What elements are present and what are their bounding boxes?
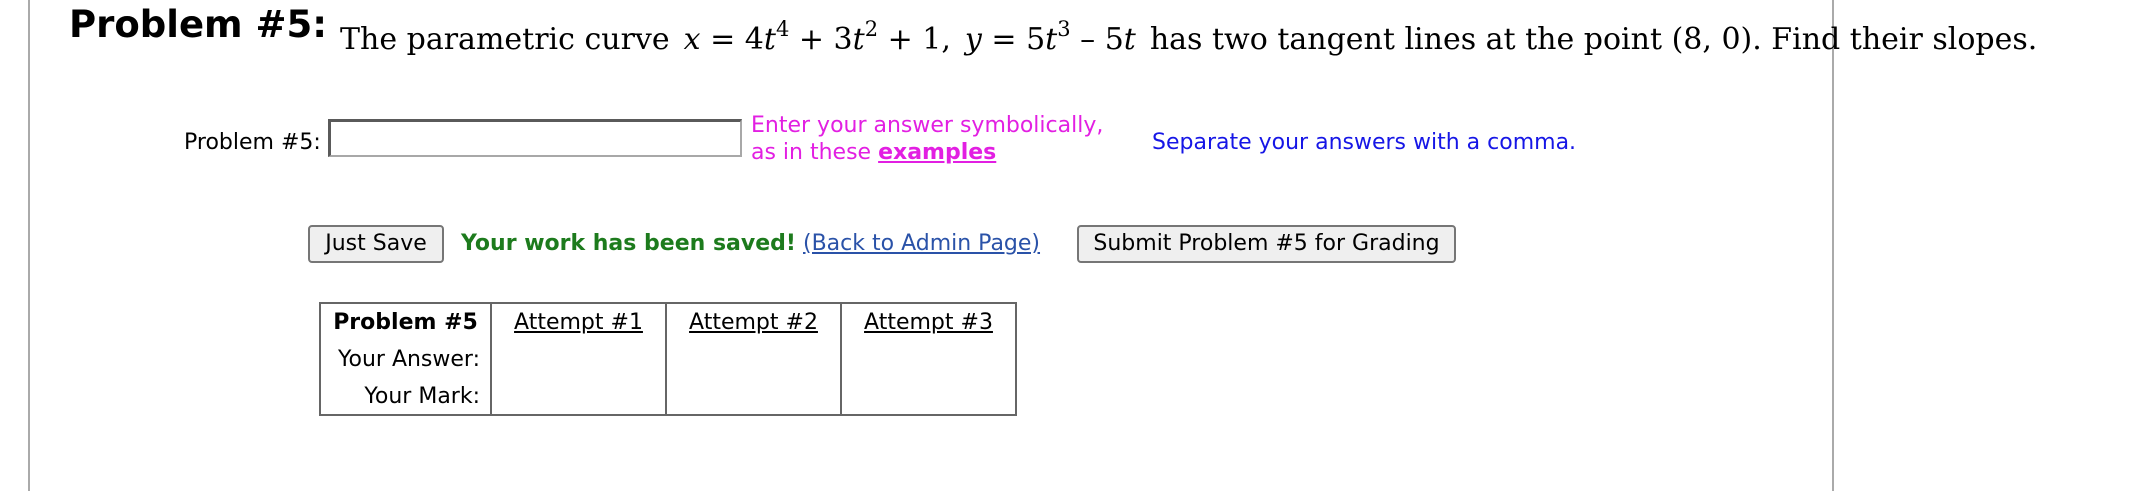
attempts-table-title: Problem #5 bbox=[320, 303, 492, 341]
separate-answers-note: Separate your answers with a comma. bbox=[1152, 130, 1577, 155]
answer-attempt-1 bbox=[491, 341, 667, 378]
x-equation: x = 4t4 + 3t2 + 1, bbox=[683, 17, 951, 58]
x-t-a: t bbox=[763, 22, 776, 57]
examples-link[interactable]: examples bbox=[878, 140, 996, 165]
y-exponent-a: 3 bbox=[1057, 17, 1071, 41]
back-to-admin-link[interactable]: (Back to Admin Page) bbox=[803, 230, 1040, 258]
statement-mid: has two tangent lines at the point bbox=[1149, 22, 1663, 57]
page-right-border bbox=[1832, 0, 1834, 491]
y-variable: y bbox=[964, 22, 982, 57]
submit-for-grading-button[interactable]: Submit Problem #5 for Grading bbox=[1077, 225, 1456, 263]
problem-heading: Problem #5: bbox=[69, 3, 328, 46]
hint-line-2: as in these bbox=[751, 140, 872, 165]
x-tail: + 1, bbox=[887, 22, 951, 57]
answer-attempt-3 bbox=[841, 341, 1017, 378]
attempt-2-header[interactable]: Attempt #2 bbox=[666, 303, 842, 341]
statement-outro: . Find their slopes. bbox=[1752, 22, 2038, 57]
x-variable: x bbox=[683, 22, 701, 57]
x-coef-a: 4 bbox=[744, 22, 764, 57]
your-answer-row: Your Answer: bbox=[320, 341, 1017, 378]
answer-attempt-2 bbox=[666, 341, 842, 378]
y-coef-a: 5 bbox=[1026, 22, 1046, 57]
answer-input[interactable] bbox=[328, 119, 742, 157]
statement-intro: The parametric curve bbox=[340, 22, 670, 57]
saved-message: Your work has been saved! bbox=[461, 231, 796, 256]
your-mark-label: Your Mark: bbox=[320, 378, 492, 415]
just-save-button[interactable]: Just Save bbox=[308, 225, 444, 263]
y-equation: y = 5t3 – 5t bbox=[964, 17, 1136, 58]
attempt-3-header[interactable]: Attempt #3 bbox=[841, 303, 1017, 341]
x-t-b: t bbox=[852, 22, 865, 57]
attempts-header-row: Problem #5 Attempt #1 Attempt #2 Attempt… bbox=[320, 303, 1017, 341]
point-value: (8, 0) bbox=[1671, 22, 1753, 57]
your-answer-label: Your Answer: bbox=[320, 341, 492, 378]
y-t-a: t bbox=[1045, 22, 1058, 57]
y-t-b: t bbox=[1123, 22, 1136, 57]
mark-attempt-2 bbox=[666, 378, 842, 415]
answer-label: Problem #5: bbox=[184, 130, 321, 155]
x-term-b: + 3 bbox=[798, 22, 853, 57]
hint-line-1: Enter your answer symbolically, bbox=[751, 113, 1104, 138]
x-exponent-a: 4 bbox=[775, 17, 790, 41]
x-exponent-b: 2 bbox=[864, 17, 879, 41]
attempt-1-header[interactable]: Attempt #1 bbox=[491, 303, 667, 341]
problem-statement: The parametric curve x = 4t4 + 3t2 + 1, y … bbox=[340, 18, 2037, 62]
page-left-border bbox=[28, 0, 30, 491]
mark-attempt-3 bbox=[841, 378, 1017, 415]
y-term-b: – 5 bbox=[1080, 22, 1124, 57]
attempts-table: Problem #5 Attempt #1 Attempt #2 Attempt… bbox=[319, 302, 1017, 416]
mark-attempt-1 bbox=[491, 378, 667, 415]
answer-hint: Enter your answer symbolically, as in th… bbox=[751, 112, 1171, 166]
your-mark-row: Your Mark: bbox=[320, 378, 1017, 415]
